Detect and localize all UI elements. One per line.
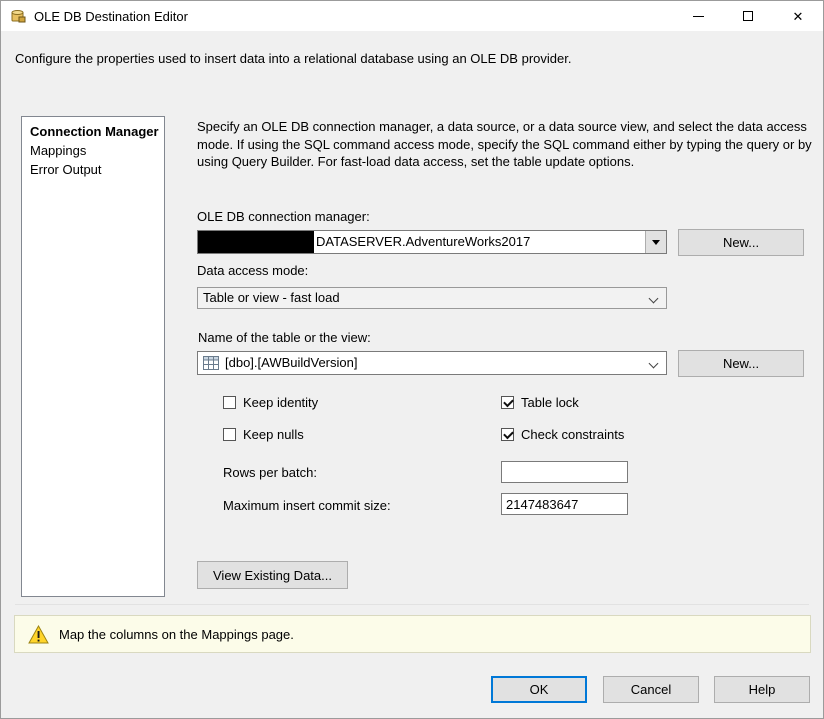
- rows-per-batch-label: Rows per batch:: [223, 465, 317, 480]
- warning-panel: Map the columns on the Mappings page.: [14, 615, 811, 653]
- window-title: OLE DB Destination Editor: [34, 9, 188, 24]
- app-icon: [10, 8, 26, 24]
- keep-nulls-label: Keep nulls: [243, 427, 304, 442]
- new-table-button[interactable]: New...: [678, 350, 804, 377]
- help-button[interactable]: Help: [714, 676, 810, 703]
- close-icon: ✕: [793, 10, 804, 23]
- minimize-icon: [693, 16, 704, 17]
- nav-item-connection-manager[interactable]: Connection Manager: [22, 122, 164, 141]
- connection-manager-label: OLE DB connection manager:: [197, 209, 370, 224]
- rows-per-batch-input[interactable]: [501, 461, 628, 483]
- warning-text: Map the columns on the Mappings page.: [59, 627, 294, 642]
- connection-manager-value: DATASERVER.AdventureWorks2017: [316, 231, 530, 253]
- maximize-icon: [743, 11, 753, 21]
- table-icon: [203, 356, 219, 370]
- keep-identity-checkbox[interactable]: [223, 396, 236, 409]
- check-constraints-label: Check constraints: [521, 427, 624, 442]
- check-constraints-option[interactable]: Check constraints: [501, 427, 624, 442]
- dialog-description: Configure the properties used to insert …: [15, 51, 805, 66]
- nav-item-mappings[interactable]: Mappings: [22, 141, 164, 160]
- data-access-mode-combobox[interactable]: Table or view - fast load: [197, 287, 667, 309]
- maximize-button[interactable]: [723, 1, 773, 31]
- table-lock-option[interactable]: Table lock: [501, 395, 579, 410]
- page-list: Connection Manager Mappings Error Output: [21, 116, 165, 597]
- titlebar: OLE DB Destination Editor ✕: [1, 1, 823, 31]
- cancel-button[interactable]: Cancel: [603, 676, 699, 703]
- table-lock-checkbox[interactable]: [501, 396, 514, 409]
- table-lock-label: Table lock: [521, 395, 579, 410]
- keep-identity-label: Keep identity: [243, 395, 318, 410]
- instructions-text: Specify an OLE DB connection manager, a …: [197, 118, 813, 171]
- table-name-label: Name of the table or the view:: [198, 330, 371, 345]
- minimize-button[interactable]: [673, 1, 723, 31]
- ok-button[interactable]: OK: [491, 676, 587, 703]
- table-name-value: [dbo].[AWBuildVersion]: [225, 352, 357, 374]
- nav-item-error-output[interactable]: Error Output: [22, 160, 164, 179]
- keep-nulls-option[interactable]: Keep nulls: [223, 427, 304, 442]
- keep-nulls-checkbox[interactable]: [223, 428, 236, 441]
- close-button[interactable]: ✕: [773, 1, 823, 31]
- ole-db-destination-editor-dialog: OLE DB Destination Editor ✕ Configure th…: [0, 0, 824, 719]
- redacted-text-block: [198, 231, 314, 253]
- separator-line: [15, 604, 809, 605]
- chevron-down-icon: [649, 294, 659, 304]
- connection-manager-combobox[interactable]: DATASERVER.AdventureWorks2017: [197, 230, 667, 254]
- dropdown-arrow-icon[interactable]: [645, 231, 666, 253]
- table-name-combobox[interactable]: [dbo].[AWBuildVersion]: [197, 351, 667, 375]
- data-access-mode-value: Table or view - fast load: [203, 288, 340, 308]
- warning-icon: [28, 625, 49, 644]
- window-controls: ✕: [673, 1, 823, 31]
- max-commit-size-input[interactable]: [501, 493, 628, 515]
- max-commit-size-label: Maximum insert commit size:: [223, 498, 391, 513]
- new-connection-button[interactable]: New...: [678, 229, 804, 256]
- chevron-down-icon: [649, 359, 659, 369]
- view-existing-data-button[interactable]: View Existing Data...: [197, 561, 348, 589]
- keep-identity-option[interactable]: Keep identity: [223, 395, 318, 410]
- check-constraints-checkbox[interactable]: [501, 428, 514, 441]
- data-access-mode-label: Data access mode:: [197, 263, 308, 278]
